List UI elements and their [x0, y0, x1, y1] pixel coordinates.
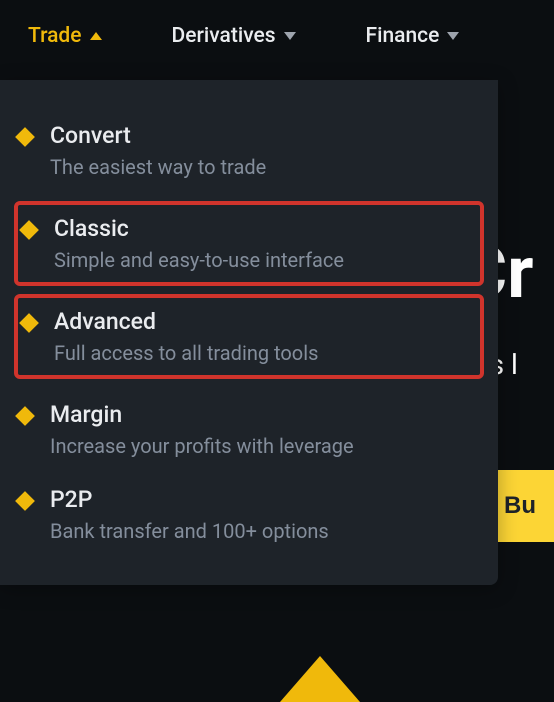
bottom-strip	[0, 650, 554, 688]
diamond-icon	[19, 220, 39, 240]
menu-item-title: Advanced	[54, 308, 468, 335]
menu-item-margin[interactable]: Margin Increase your profits with levera…	[0, 387, 498, 472]
top-navigation: Trade Derivatives Finance	[0, 0, 554, 72]
nav-trade[interactable]: Trade	[28, 24, 102, 48]
menu-item-desc: Increase your profits with leverage	[50, 434, 472, 458]
caret-down-icon	[447, 32, 459, 40]
menu-item-title: Classic	[54, 215, 468, 242]
menu-item-convert[interactable]: Convert The easiest way to trade	[0, 108, 498, 193]
nav-derivatives[interactable]: Derivatives	[172, 24, 296, 48]
nav-derivatives-label: Derivatives	[172, 24, 276, 48]
diamond-icon	[19, 313, 39, 333]
diamond-icon	[15, 127, 35, 147]
menu-item-title: Convert	[50, 122, 472, 149]
diamond-icon	[15, 406, 35, 426]
menu-item-advanced[interactable]: Advanced Full access to all trading tool…	[14, 294, 484, 379]
menu-item-classic[interactable]: Classic Simple and easy-to-use interface	[14, 201, 484, 286]
caret-up-icon	[90, 32, 102, 40]
nav-finance-label: Finance	[366, 24, 440, 48]
menu-item-desc: The easiest way to trade	[50, 155, 472, 179]
menu-item-desc: Full access to all trading tools	[54, 341, 468, 365]
trade-dropdown: Convert The easiest way to trade Classic…	[0, 80, 498, 585]
diamond-icon	[15, 491, 35, 511]
triangle-accent-icon	[280, 656, 360, 702]
menu-item-title: Margin	[50, 401, 472, 428]
caret-down-icon	[284, 32, 296, 40]
nav-trade-label: Trade	[28, 24, 82, 48]
nav-finance[interactable]: Finance	[366, 24, 460, 48]
menu-item-desc: Simple and easy-to-use interface	[54, 248, 468, 272]
menu-item-p2p[interactable]: P2P Bank transfer and 100+ options	[0, 472, 498, 557]
menu-item-title: P2P	[50, 486, 472, 513]
menu-item-desc: Bank transfer and 100+ options	[50, 519, 472, 543]
